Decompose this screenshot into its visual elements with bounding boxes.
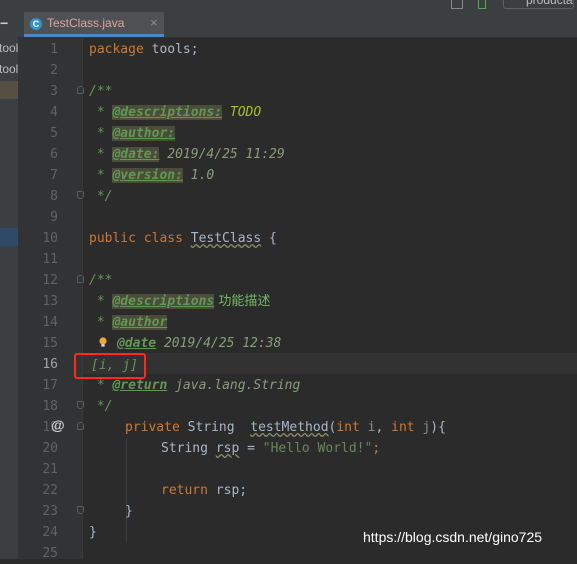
line-number: 4: [50, 105, 58, 120]
code-line-8: */: [89, 189, 113, 204]
line-number: 21: [42, 462, 58, 477]
line-number: 25: [42, 546, 58, 561]
code-line-4: * @descriptions: TODO: [89, 105, 262, 120]
indent-guide: [126, 438, 127, 543]
line-number: 23: [42, 504, 58, 519]
line-number: 10: [42, 231, 58, 246]
line-number: 22: [42, 483, 58, 498]
line-number: 24: [42, 525, 58, 540]
collapse-icon[interactable]: −: [0, 15, 8, 31]
line-number: 2: [50, 63, 58, 78]
tab-testclass-java[interactable]: C TestClass.java ×: [24, 12, 164, 37]
code-line-23: }: [125, 504, 133, 519]
run-icon[interactable]: [478, 0, 486, 9]
tab-label: TestClass.java: [47, 16, 125, 30]
code-line-19: private String testMethod(int i, int j){: [125, 420, 446, 435]
code-line-3: /**: [89, 84, 113, 99]
line-number: 20: [42, 441, 58, 456]
line-number: 18: [42, 399, 58, 414]
line-number: 15: [42, 336, 58, 351]
code-line-5: * @author:: [89, 126, 176, 141]
line-number-gutter[interactable]: 1 2 3 4 5 6 7 8 9 10 11 12 13 14 15 16 1…: [18, 38, 84, 561]
code-line-18: */: [89, 399, 113, 414]
line-number: 12: [42, 273, 58, 288]
line-number: 9: [50, 210, 58, 225]
code-line-12: /**: [89, 273, 113, 288]
project-tree-item[interactable]: tools: [0, 41, 18, 55]
tree-selected-row[interactable]: [0, 228, 18, 246]
layout-icon[interactable]: [451, 0, 463, 9]
editor-tab-bar: C TestClass.java ×: [18, 12, 577, 38]
code-line-6: * @date: 2019/4/25 11:29: [89, 147, 285, 162]
line-number: 3: [50, 84, 58, 99]
project-panel: − tools tools: [0, 12, 18, 559]
line-number: 17: [42, 378, 58, 393]
run-config-selector[interactable]: producta: [503, 0, 574, 9]
java-class-icon: C: [30, 18, 42, 30]
close-tab-icon[interactable]: ×: [150, 15, 158, 30]
code-line-13: * @descriptions 功能描述: [89, 294, 271, 309]
line-number: 14: [42, 315, 58, 330]
code-line-1: package tools;: [89, 42, 199, 57]
line-number: 6: [50, 147, 58, 162]
top-toolbar: producta: [0, 0, 577, 12]
code-line-15: @date 2019/4/25 12:38: [117, 336, 282, 351]
lightbulb-icon[interactable]: [98, 337, 108, 347]
line-number: 11: [42, 252, 58, 267]
line-number: 5: [50, 126, 58, 141]
line-number: 1: [50, 42, 58, 57]
current-line-number: 16: [42, 357, 58, 372]
code-line-20: String rsp = "Hello World!";: [161, 441, 381, 456]
code-line-7: * @version: 1.0: [89, 168, 215, 183]
code-line-22: return rsp;: [161, 483, 248, 498]
line-number: 7: [50, 168, 58, 183]
tree-selection-highlight: [0, 81, 18, 99]
project-tree-item[interactable]: tools: [0, 62, 18, 76]
line-number: 8: [50, 189, 58, 204]
annotation-highlight-box: [74, 353, 146, 379]
code-line-10: public class TestClass {: [89, 231, 277, 246]
code-editor[interactable]: package tools; /** * @descriptions: TODO…: [83, 38, 577, 559]
caret-row-highlight: [83, 353, 577, 374]
line-number: 13: [42, 294, 58, 309]
code-line-14: * @author: [89, 315, 168, 330]
watermark: https://blog.csdn.net/gino725: [363, 529, 543, 545]
override-marker-icon[interactable]: @: [51, 417, 65, 433]
code-line-24: }: [89, 525, 97, 540]
